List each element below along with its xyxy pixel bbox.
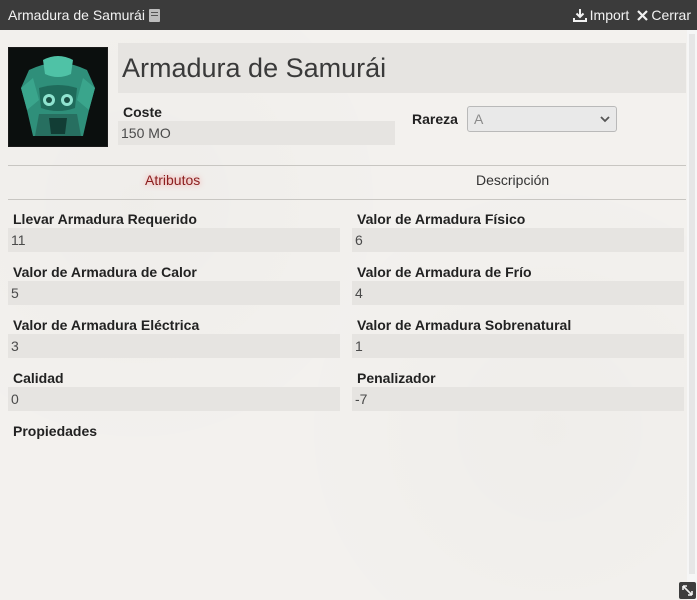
- item-sheet: Armadura de Samurái Coste 150 MO Rareza …: [0, 30, 687, 600]
- attr-label: Valor de Armadura Eléctrica: [13, 317, 200, 333]
- attr-value-field[interactable]: 3: [8, 334, 340, 358]
- attr-value-field[interactable]: 1: [352, 334, 684, 358]
- window-title-text: Armadura de Samurái: [8, 7, 145, 23]
- attr-value-field[interactable]: -7: [352, 387, 684, 411]
- cost-input[interactable]: 150 MO: [118, 121, 395, 145]
- tabs-bottom-divider: [8, 199, 686, 200]
- close-label: Cerrar: [651, 7, 691, 23]
- attr-value-field[interactable]: 0: [8, 387, 340, 411]
- scrollbar[interactable]: [687, 30, 697, 600]
- attr-value-field[interactable]: 11: [8, 228, 340, 252]
- attr-value-field[interactable]: 6: [352, 228, 684, 252]
- import-label: Import: [589, 7, 630, 23]
- cost-label: Coste: [123, 104, 162, 120]
- close-button[interactable]: Cerrar: [637, 7, 691, 23]
- rarity-selected-value: A: [474, 111, 484, 127]
- rarity-label: Rareza: [412, 111, 458, 127]
- attr-label: Valor de Armadura Físico: [357, 211, 526, 227]
- attr-label: Valor de Armadura de Frío: [357, 264, 532, 280]
- attr-label: Penalizador: [357, 370, 436, 386]
- item-name-input[interactable]: Armadura de Samurái: [118, 43, 686, 93]
- resize-handle[interactable]: [679, 582, 696, 599]
- window-titlebar: Armadura de Samurái Import Cerrar: [0, 0, 697, 30]
- attr-label: Calidad: [13, 370, 64, 386]
- tabs-top-divider: [8, 165, 686, 166]
- attr-value-field[interactable]: 4: [352, 281, 684, 305]
- chevron-down-icon: [600, 115, 610, 122]
- tab-descripcion[interactable]: Descripción: [476, 172, 549, 188]
- attr-value-field[interactable]: 5: [8, 281, 340, 305]
- item-portrait[interactable]: [8, 47, 108, 147]
- close-icon: [637, 9, 649, 21]
- resize-icon: [682, 585, 693, 596]
- properties-label: Propiedades: [13, 423, 98, 439]
- scrollbar-thumb[interactable]: [689, 34, 695, 574]
- attr-label: Valor de Armadura de Calor: [13, 264, 197, 280]
- attr-label: Llevar Armadura Requerido: [13, 211, 197, 227]
- armor-image: [9, 48, 107, 146]
- attr-label: Valor de Armadura Sobrenatural: [357, 317, 572, 333]
- download-icon: [572, 9, 587, 22]
- book-icon[interactable]: [148, 8, 160, 22]
- window-title: Armadura de Samurái: [8, 7, 160, 23]
- tab-atributos[interactable]: Atributos: [145, 172, 200, 188]
- rarity-select[interactable]: A: [467, 106, 617, 132]
- import-button[interactable]: Import: [572, 7, 630, 23]
